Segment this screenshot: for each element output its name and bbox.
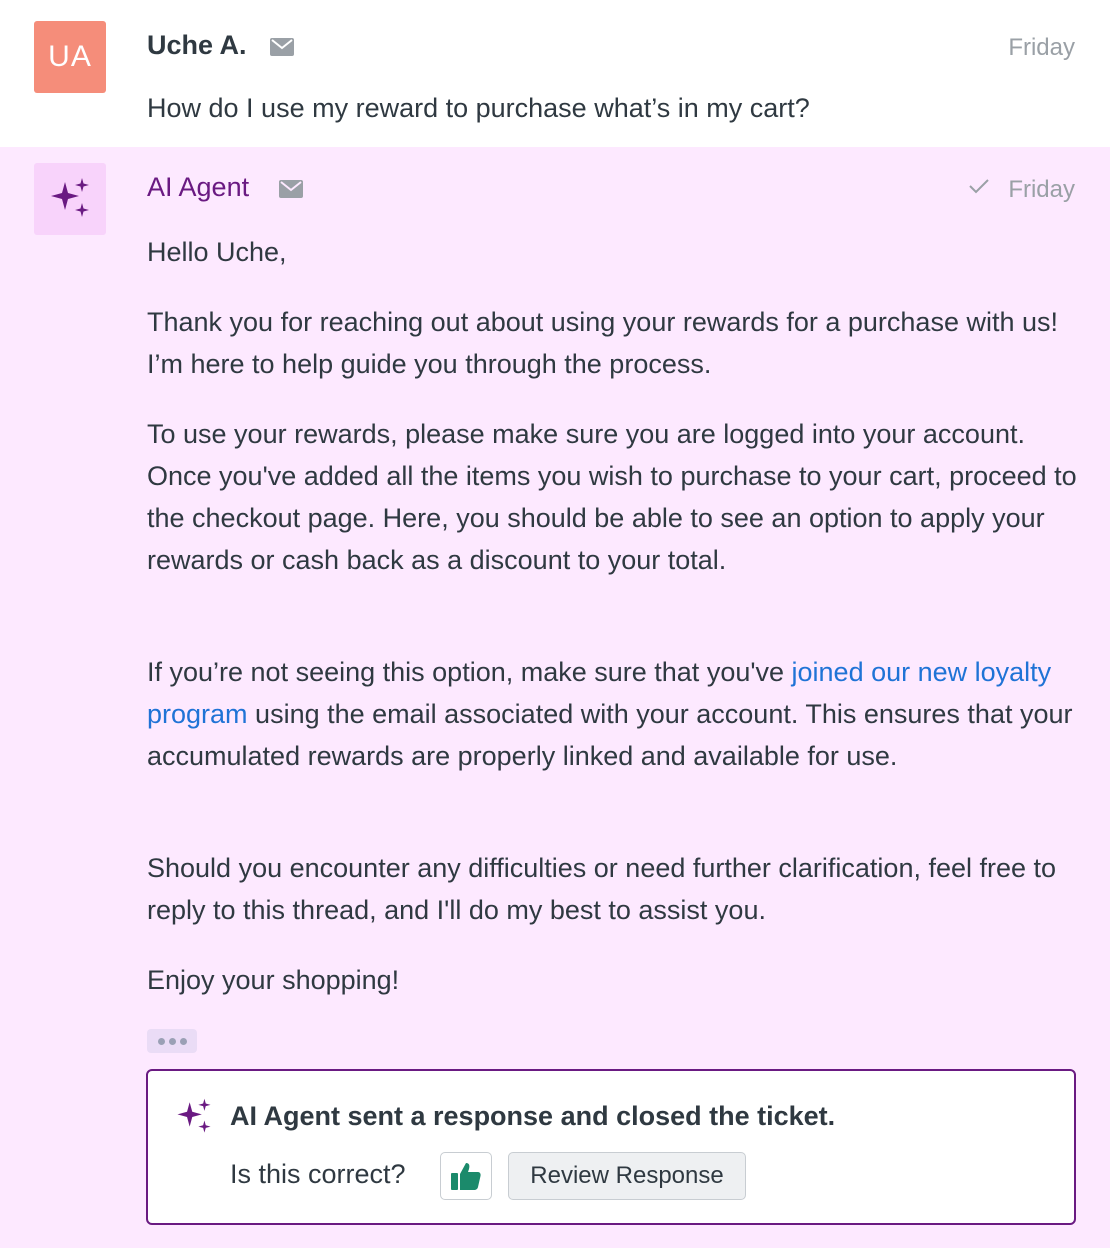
- sparkles-icon: [177, 1098, 211, 1133]
- agent-paragraph-2: To use your rewards, please make sure yo…: [147, 419, 1077, 575]
- agent-paragraph-5: Enjoy your shopping!: [147, 965, 400, 995]
- thumbs-up-button[interactable]: [440, 1152, 492, 1200]
- paragraph-text: using the email associated with your acc…: [147, 699, 1073, 771]
- notice-title: AI Agent sent a response and closed the …: [230, 1101, 836, 1131]
- user-message-time: Friday: [1008, 34, 1075, 61]
- review-response-button[interactable]: Review Response: [508, 1152, 746, 1200]
- mail-icon: [279, 180, 303, 198]
- notice-question: Is this correct?: [230, 1159, 406, 1189]
- dot: [168, 1037, 176, 1045]
- dot: [179, 1037, 187, 1045]
- agent-author-name: AI Agent: [147, 172, 250, 202]
- agent-greeting: Hello Uche,: [147, 237, 287, 267]
- mail-icon: [270, 38, 294, 56]
- user-avatar: UA: [34, 21, 106, 93]
- thumbs-up-icon: [451, 1163, 481, 1190]
- user-message-text: How do I use my reward to purchase what’…: [147, 93, 810, 123]
- sparkles-icon: [51, 178, 89, 217]
- agent-avatar: [34, 163, 106, 235]
- paragraph-text: If you’re not seeing this option, make s…: [147, 657, 792, 687]
- dot: [157, 1037, 165, 1045]
- agent-paragraph-3: If you’re not seeing this option, make s…: [147, 651, 1082, 777]
- ai-agent-notice-card: AI Agent sent a response and closed the …: [146, 1069, 1076, 1225]
- more-options-button[interactable]: [147, 1029, 197, 1053]
- checkmark-icon: [969, 179, 989, 194]
- agent-message-time: Friday: [1008, 176, 1075, 203]
- agent-paragraph-4: Should you encounter any difficulties or…: [147, 853, 1057, 925]
- agent-paragraph-1: Thank you for reaching out about using y…: [147, 307, 1058, 379]
- user-author-name: Uche A.: [147, 30, 247, 60]
- user-message: [0, 0, 1110, 147]
